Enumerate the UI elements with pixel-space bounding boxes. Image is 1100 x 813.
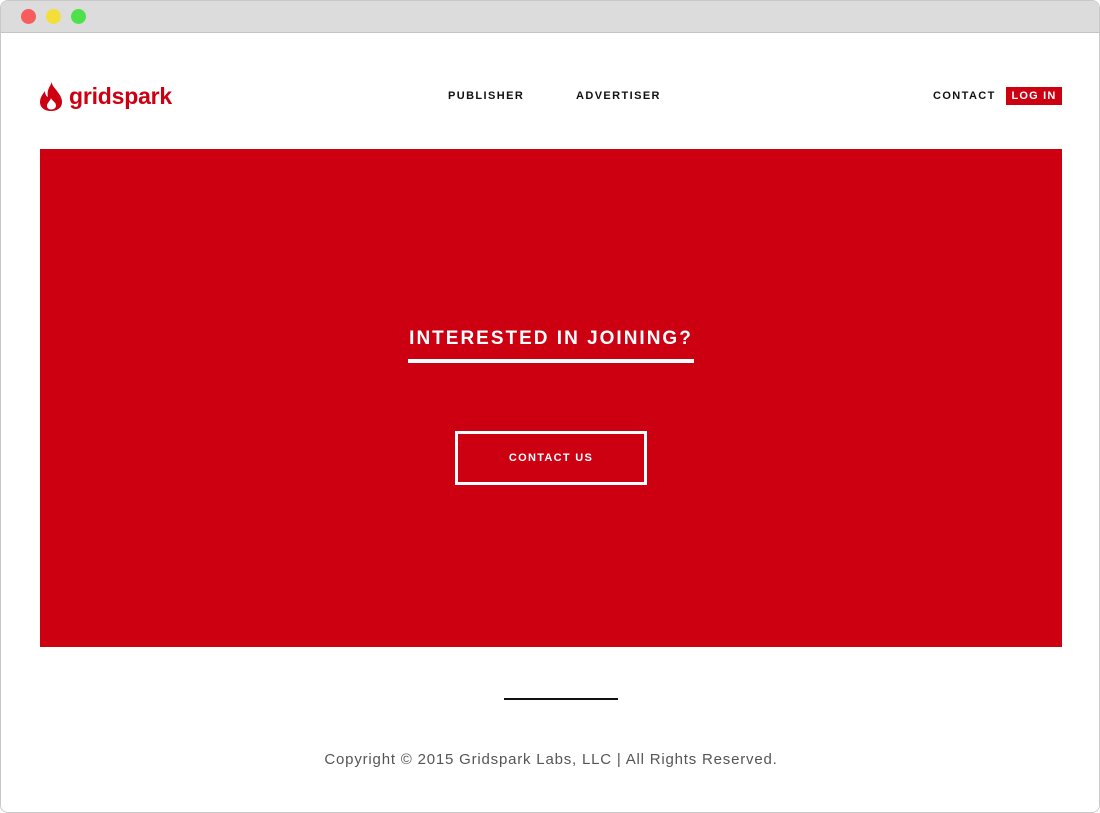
login-button[interactable]: LOG IN <box>1006 87 1062 105</box>
minimize-window-button[interactable] <box>46 9 61 24</box>
browser-window: gridspark PUBLISHER ADVERTISER CONTACT L… <box>0 0 1100 813</box>
hero-banner: INTERESTED IN JOINING? CONTACT US <box>40 149 1062 647</box>
logo-link[interactable]: gridspark <box>39 80 172 112</box>
flame-icon <box>40 81 62 111</box>
maximize-window-button[interactable] <box>71 9 86 24</box>
logo-wordmark: gridspark <box>69 83 173 109</box>
copyright-text: Copyright © 2015 Gridspark Labs, LLC | A… <box>324 751 778 768</box>
hero-heading-container: INTERESTED IN JOINING? <box>40 327 1062 363</box>
nav-advertiser-link[interactable]: ADVERTISER <box>576 89 661 103</box>
footer-divider <box>504 698 618 700</box>
window-titlebar <box>1 1 1099 33</box>
close-window-button[interactable] <box>21 9 36 24</box>
page-content: gridspark PUBLISHER ADVERTISER CONTACT L… <box>1 33 1099 812</box>
hero-heading: INTERESTED IN JOINING? <box>408 327 694 363</box>
contact-us-button[interactable]: CONTACT US <box>455 431 647 485</box>
nav-contact-link[interactable]: CONTACT <box>933 89 996 103</box>
nav-publisher-link[interactable]: PUBLISHER <box>448 89 524 103</box>
